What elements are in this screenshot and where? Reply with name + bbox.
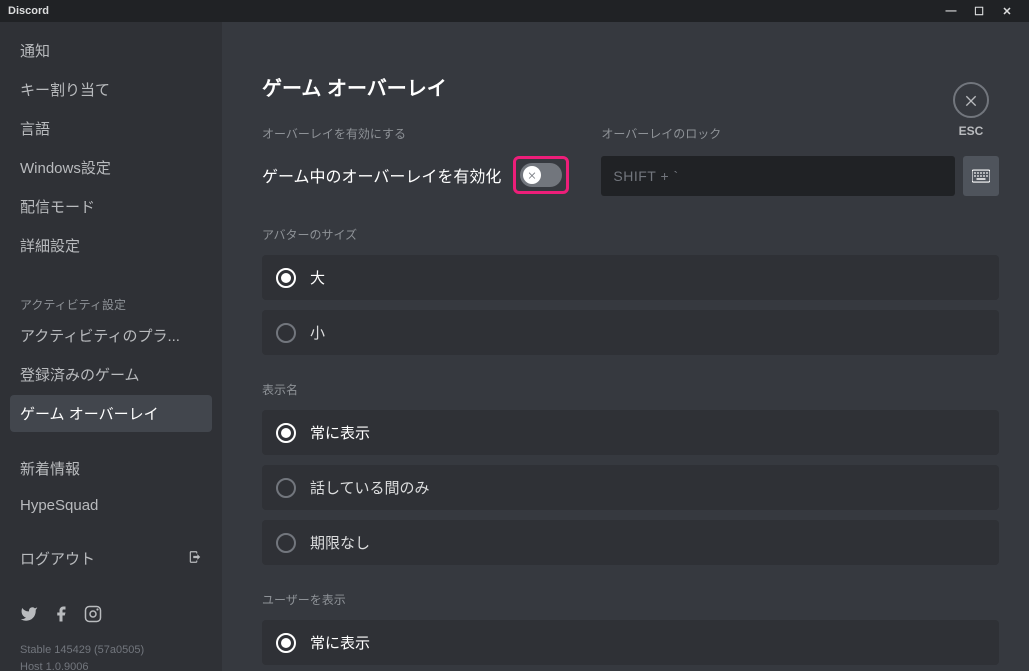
sidebar-item-hypesquad[interactable]: HypeSquad <box>10 489 212 522</box>
version-line: Host 1.0.9006 <box>20 659 202 671</box>
avatar-size-label: アバターのサイズ <box>262 226 999 243</box>
close-icon <box>953 82 989 118</box>
sidebar-item-label: ログアウト <box>20 548 95 569</box>
radio-display-always[interactable]: 常に表示 <box>262 410 999 455</box>
radio-display-never[interactable]: 期限なし <box>262 520 999 565</box>
sidebar-item-label: 通知 <box>20 40 50 61</box>
display-name-label: 表示名 <box>262 381 999 398</box>
radio-icon <box>276 533 296 553</box>
sidebar-item-label: 新着情報 <box>20 458 80 479</box>
display-name-group: 常に表示 話している間のみ 期限なし <box>262 410 999 565</box>
radio-label: 期限なし <box>310 532 370 553</box>
version-info: Stable 145429 (57a0505) Host 1.0.9006 Wi… <box>10 638 212 671</box>
enable-overlay-toggle[interactable] <box>520 163 562 187</box>
enable-overlay-label: オーバーレイを有効にする <box>262 125 569 142</box>
sidebar-item-label: 配信モード <box>20 196 95 217</box>
sidebar-item-label: 詳細設定 <box>20 235 80 256</box>
sidebar-item-notifications[interactable]: 通知 <box>10 32 212 69</box>
twitter-icon[interactable] <box>20 605 38 628</box>
radio-label: 常に表示 <box>310 632 370 653</box>
radio-user-always[interactable]: 常に表示 <box>262 620 999 665</box>
sidebar-item-activity-privacy[interactable]: アクティビティのプラ... <box>10 317 212 354</box>
radio-icon <box>276 268 296 288</box>
sidebar-item-registered-games[interactable]: 登録済みのゲーム <box>10 356 212 393</box>
toggle-knob <box>523 166 541 184</box>
settings-content: ESC ゲーム オーバーレイ オーバーレイを有効にする ゲーム中のオーバーレイを… <box>222 22 1029 671</box>
keyboard-icon <box>972 169 990 183</box>
sidebar-item-game-overlay[interactable]: ゲーム オーバーレイ <box>10 395 212 432</box>
esc-button[interactable]: ESC <box>953 82 989 138</box>
version-line: Stable 145429 (57a0505) <box>20 642 202 659</box>
sidebar-item-label: キー割り当て <box>20 79 110 100</box>
sidebar-item-streamer[interactable]: 配信モード <box>10 188 212 225</box>
sidebar-item-label: ゲーム オーバーレイ <box>20 403 159 424</box>
logout-icon <box>188 550 202 568</box>
sidebar-item-label: アクティビティのプラ... <box>20 325 180 346</box>
sidebar-item-keybinds[interactable]: キー割り当て <box>10 71 212 108</box>
page-title: ゲーム オーバーレイ <box>262 72 999 101</box>
close-button[interactable]: ✕ <box>993 0 1021 22</box>
sidebar-item-label: Windows設定 <box>20 157 111 178</box>
overlay-lock-shortcut-input[interactable]: SHIFT + ` <box>601 156 955 196</box>
minimize-button[interactable]: — <box>937 0 965 22</box>
app-name: Discord <box>8 5 49 17</box>
radio-icon <box>276 323 296 343</box>
shortcut-text: SHIFT + ` <box>613 168 678 184</box>
sidebar-header-activity: アクティビティ設定 <box>10 282 212 317</box>
sidebar-item-label: 登録済みのゲーム <box>20 364 140 385</box>
radio-label: 話している間のみ <box>310 477 430 498</box>
keyboard-icon-button[interactable] <box>963 156 999 196</box>
settings-sidebar: 通知 キー割り当て 言語 Windows設定 配信モード 詳細設定 アクティビテ… <box>0 22 222 671</box>
maximize-button[interactable]: ☐ <box>965 0 993 22</box>
instagram-icon[interactable] <box>84 605 102 628</box>
radio-icon <box>276 633 296 653</box>
avatar-size-group: 大 小 <box>262 255 999 355</box>
sidebar-item-logout[interactable]: ログアウト <box>10 540 212 577</box>
user-display-label: ユーザーを表示 <box>262 591 999 608</box>
user-display-group: 常に表示 <box>262 620 999 665</box>
radio-label: 大 <box>310 267 325 288</box>
enable-overlay-text: ゲーム中のオーバーレイを有効化 <box>262 163 501 187</box>
facebook-icon[interactable] <box>52 605 70 628</box>
sidebar-item-label: HypeSquad <box>20 497 98 514</box>
sidebar-item-language[interactable]: 言語 <box>10 110 212 147</box>
social-icons <box>10 595 212 638</box>
sidebar-item-windows[interactable]: Windows設定 <box>10 149 212 186</box>
sidebar-item-changelog[interactable]: 新着情報 <box>10 450 212 487</box>
radio-icon <box>276 423 296 443</box>
radio-avatar-large[interactable]: 大 <box>262 255 999 300</box>
radio-label: 小 <box>310 322 325 343</box>
radio-display-speaking[interactable]: 話している間のみ <box>262 465 999 510</box>
radio-avatar-small[interactable]: 小 <box>262 310 999 355</box>
esc-label: ESC <box>959 124 984 138</box>
sidebar-item-advanced[interactable]: 詳細設定 <box>10 227 212 264</box>
overlay-lock-label: オーバーレイのロック <box>601 125 999 142</box>
highlight-box <box>513 156 569 194</box>
titlebar: Discord — ☐ ✕ <box>0 0 1029 22</box>
sidebar-item-label: 言語 <box>20 118 50 139</box>
radio-label: 常に表示 <box>310 422 370 443</box>
window-controls: — ☐ ✕ <box>937 0 1021 22</box>
radio-icon <box>276 478 296 498</box>
